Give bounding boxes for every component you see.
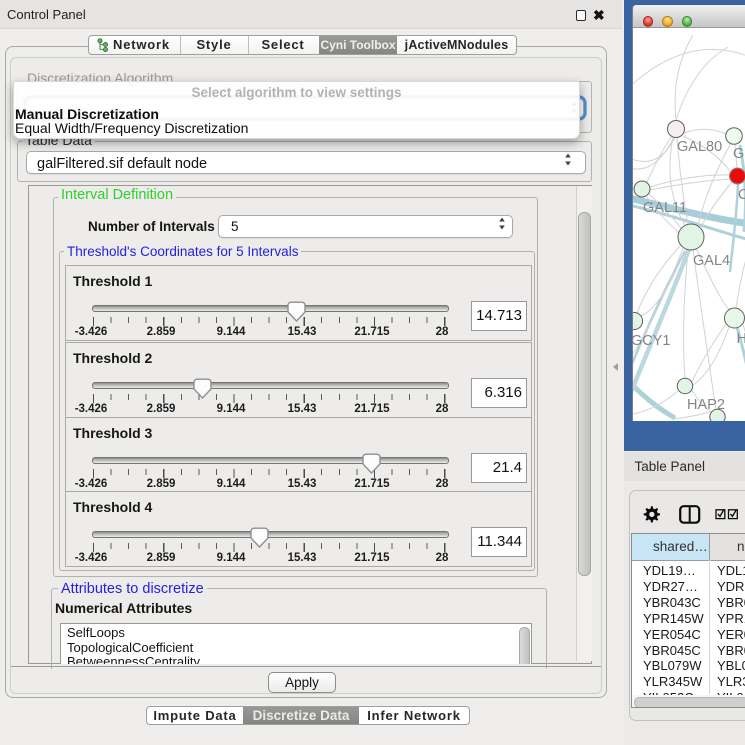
svg-text:GAL80: GAL80 bbox=[677, 139, 722, 155]
svg-text:H: H bbox=[737, 331, 745, 347]
svg-text:GAL4: GAL4 bbox=[693, 253, 730, 269]
svg-text:G.: G. bbox=[733, 146, 745, 162]
svg-text:GCY1: GCY1 bbox=[633, 333, 671, 349]
svg-text:C: C bbox=[738, 187, 745, 203]
svg-text:GAL11: GAL11 bbox=[643, 200, 687, 216]
svg-text:HAP2: HAP2 bbox=[687, 397, 725, 413]
